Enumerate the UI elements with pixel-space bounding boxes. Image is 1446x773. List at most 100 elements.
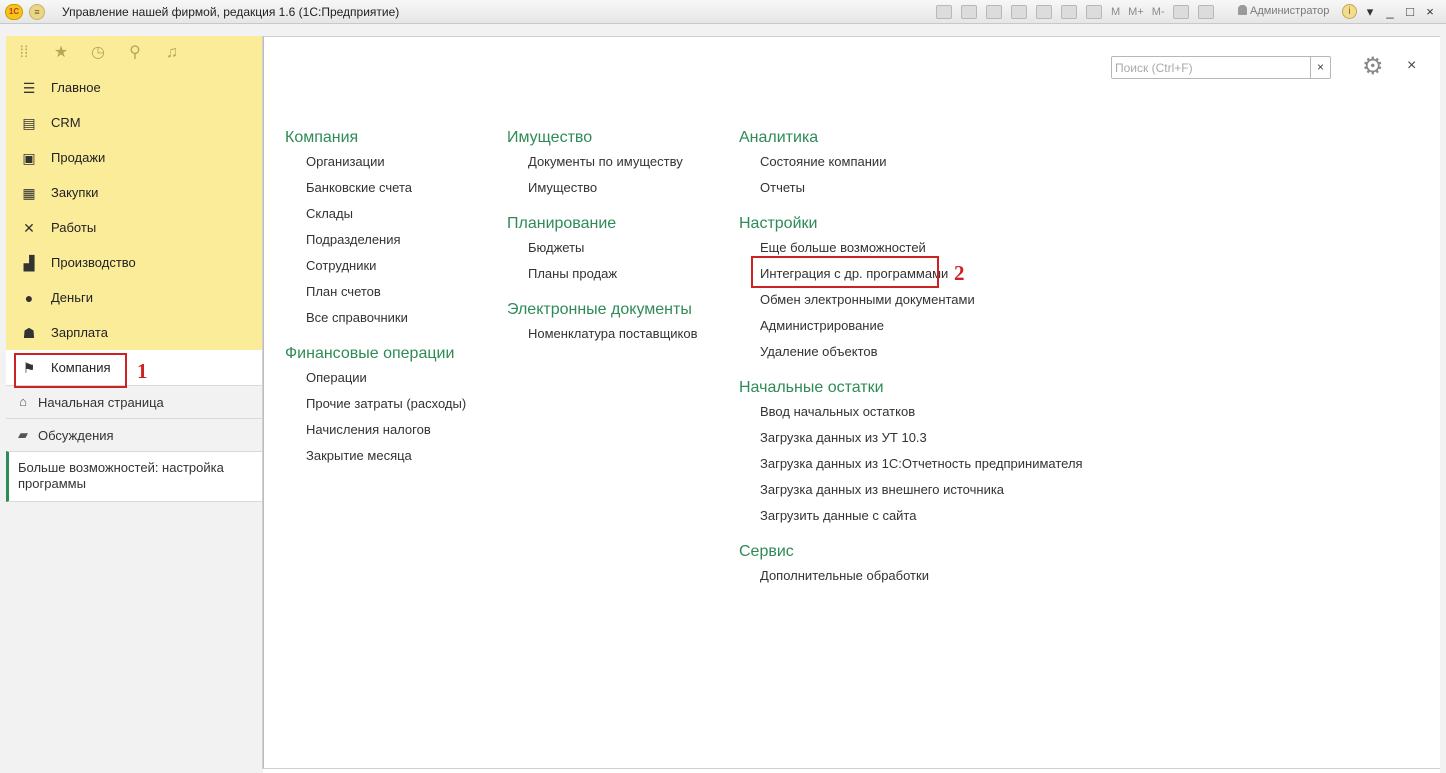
apps-grid-icon[interactable]: ⁞⁞ [16,45,32,61]
link-item[interactable]: Администрирование [739,313,1083,339]
link-item[interactable]: Документы по имуществу [507,149,698,175]
search-clear-button[interactable]: × [1310,57,1330,78]
section-label: Деньги [51,290,93,305]
link-item[interactable]: Номенклатура поставщиков [507,321,698,347]
link-item[interactable]: Склады [285,201,466,227]
link-item[interactable]: Дополнительные обработки [739,563,1083,589]
link-item[interactable]: Отчеты [739,175,1083,201]
nav-discussions[interactable]: ▰ Обсуждения [6,418,262,451]
upload-icon[interactable] [1011,5,1027,19]
column-2: Имущество Документы по имуществу Имущест… [507,127,698,347]
link-item[interactable]: Загрузить данные с сайта [739,503,1083,529]
link-item[interactable]: Загрузка данных из УТ 10.3 [739,425,1083,451]
chat-icon: ▰ [18,427,28,442]
section-list: ☰ Главное ▤ CRM ▣ Продажи ▦ Закупки ✕ Работы … [6,70,262,385]
crm-icon: ▤ [22,114,36,131]
window-buttons: ▾ _ □ × [1360,2,1440,22]
link-item[interactable]: Операции [285,365,466,391]
user-menu[interactable]: Администратор [1238,5,1329,17]
home-icon: ⌂ [19,394,27,409]
history-icon[interactable]: ◷ [90,45,106,61]
link-item[interactable]: Имущество [507,175,698,201]
table-icon[interactable] [1061,5,1077,19]
section-money[interactable]: ● Деньги [6,280,262,315]
user-icon [1238,5,1247,15]
link-item[interactable]: Закрытие месяца [285,443,466,469]
people-icon: ☗ [22,324,36,341]
main-panel: Поиск (Ctrl+F) × ⚙ × Компания Организаци… [263,36,1440,769]
title-bar: 1С ≡ Управление нашей фирмой, редакция 1… [0,0,1446,24]
cart-icon: ▣ [22,149,36,166]
nav-home-page[interactable]: ⌂ Начальная страница [6,385,262,418]
close-window-button[interactable]: × [1420,2,1440,22]
document-icon[interactable] [1036,5,1052,19]
search-input[interactable]: Поиск (Ctrl+F) × [1111,56,1331,79]
section-crm[interactable]: ▤ CRM [6,105,262,140]
window-toolbar: M M+ M- [936,4,1223,20]
bell-icon[interactable]: ♫ [164,45,180,61]
window-title: Управление нашей фирмой, редакция 1.6 (1… [62,5,400,19]
column-1: Компания Организации Банковские счета Ск… [285,127,466,469]
link-item[interactable]: Состояние компании [739,149,1083,175]
link-item[interactable]: Бюджеты [507,235,698,261]
dropdown-button[interactable]: ▾ [1360,2,1380,22]
save-icon[interactable] [936,5,952,19]
nav-label: Обсуждения [38,427,114,443]
link-item[interactable]: Удаление объектов [739,339,1083,365]
link-item[interactable]: Обмен электронными документами [739,287,1083,313]
panel-icon[interactable] [1197,5,1214,19]
memory-plus-button[interactable]: M+ [1128,6,1144,18]
section-label: Продажи [51,150,106,165]
memory-button[interactable]: M [1111,6,1120,18]
link-item[interactable]: Банковские счета [285,175,466,201]
link-item[interactable]: Подразделения [285,227,466,253]
section-label: Зарплата [51,325,108,340]
highlight-box-more-features [751,256,939,288]
link-item[interactable]: Все справочники [285,305,466,331]
group-title: Электронные документы [507,301,692,318]
section-salary[interactable]: ☗ Зарплата [6,315,262,350]
search-icon[interactable]: ⚲ [127,45,143,61]
memory-minus-button[interactable]: M- [1152,6,1165,18]
section-label: Закупки [51,185,99,200]
main-menu-icon[interactable]: ≡ [29,4,45,20]
gear-icon[interactable]: ⚙ [1362,55,1384,79]
user-name: Администратор [1250,5,1330,17]
section-production[interactable]: ▟ Производство [6,245,262,280]
calendar-icon[interactable] [1086,5,1102,19]
section-purchases[interactable]: ▦ Закупки [6,175,262,210]
link-item[interactable]: Ввод начальных остатков [739,399,1083,425]
zoom-icon[interactable] [1172,5,1189,19]
minimize-button[interactable]: _ [1380,2,1400,22]
menu-icon: ☰ [22,79,36,96]
link-item[interactable]: План счетов [285,279,466,305]
group-title: Сервис [739,543,794,560]
section-sales[interactable]: ▣ Продажи [6,140,262,175]
link-item[interactable]: Загрузка данных из 1С:Отчетность предпри… [739,451,1083,477]
link-item[interactable]: Сотрудники [285,253,466,279]
group-title: Имущество [507,129,593,146]
section-label: CRM [51,115,81,130]
sidebar-toolbar: ⁞⁞ ★ ◷ ⚲ ♫ [6,36,262,70]
tools-icon: ✕ [23,219,35,236]
nav-label: Начальная страница [38,394,164,410]
highlight-box-company [14,353,127,388]
close-panel-button[interactable]: × [1407,57,1416,75]
link-item[interactable]: Планы продаж [507,261,698,287]
link-item[interactable]: Загрузка данных из внешнего источника [739,477,1083,503]
purchase-icon: ▦ [22,184,36,201]
preview-icon[interactable] [986,5,1002,19]
annotation-number-2: 2 [954,261,965,285]
section-works[interactable]: ✕ Работы [6,210,262,245]
open-window-tab[interactable]: Больше возможностей: настройка программы [6,451,262,502]
maximize-button[interactable]: □ [1400,2,1420,22]
section-main[interactable]: ☰ Главное [6,70,262,105]
link-item[interactable]: Начисления налогов [285,417,466,443]
link-item[interactable]: Организации [285,149,466,175]
group-title: Настройки [739,215,818,232]
search-placeholder: Поиск (Ctrl+F) [1115,61,1193,75]
star-icon[interactable]: ★ [53,45,69,61]
link-item[interactable]: Прочие затраты (расходы) [285,391,466,417]
print-icon[interactable] [961,5,977,19]
info-icon[interactable]: i [1342,4,1357,19]
